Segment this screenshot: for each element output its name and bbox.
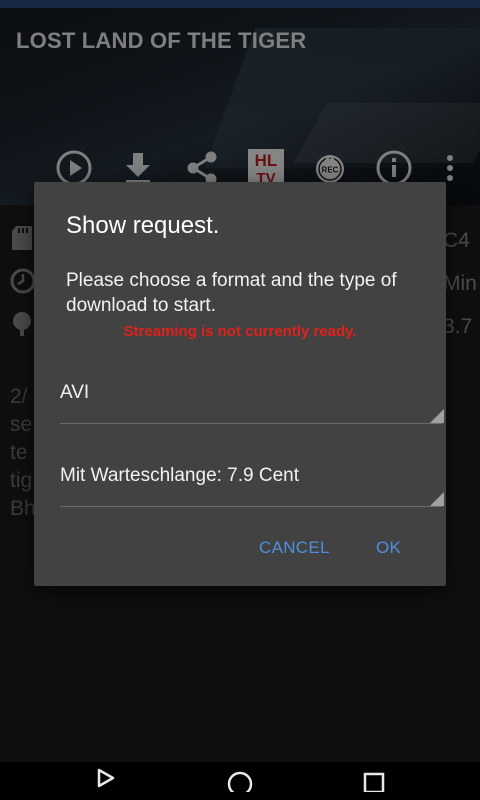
dropdown-arrow-icon [430,492,444,506]
back-icon[interactable] [76,762,136,800]
dialog-title: Show request. [66,212,220,239]
spinner-underline [60,423,442,424]
dropdown-arrow-icon [430,409,444,423]
download-type-value: Mit Warteschlange: 7.9 Cent [60,465,300,486]
show-request-dialog: Show request. Please choose a format and… [34,182,446,586]
download-type-spinner[interactable]: Mit Warteschlange: 7.9 Cent [60,451,444,507]
ok-button[interactable]: OK [376,538,401,558]
streaming-warning: Streaming is not currently ready. [123,323,357,340]
cancel-button[interactable]: CANCEL [259,538,330,558]
recents-icon[interactable] [344,762,404,800]
navigation-bar [0,762,480,800]
dialog-message: Please choose a format and the type of d… [66,270,397,316]
spinner-underline [60,506,442,507]
home-icon[interactable] [210,762,270,800]
format-spinner[interactable]: AVI [60,368,444,424]
format-value: AVI [60,382,90,403]
